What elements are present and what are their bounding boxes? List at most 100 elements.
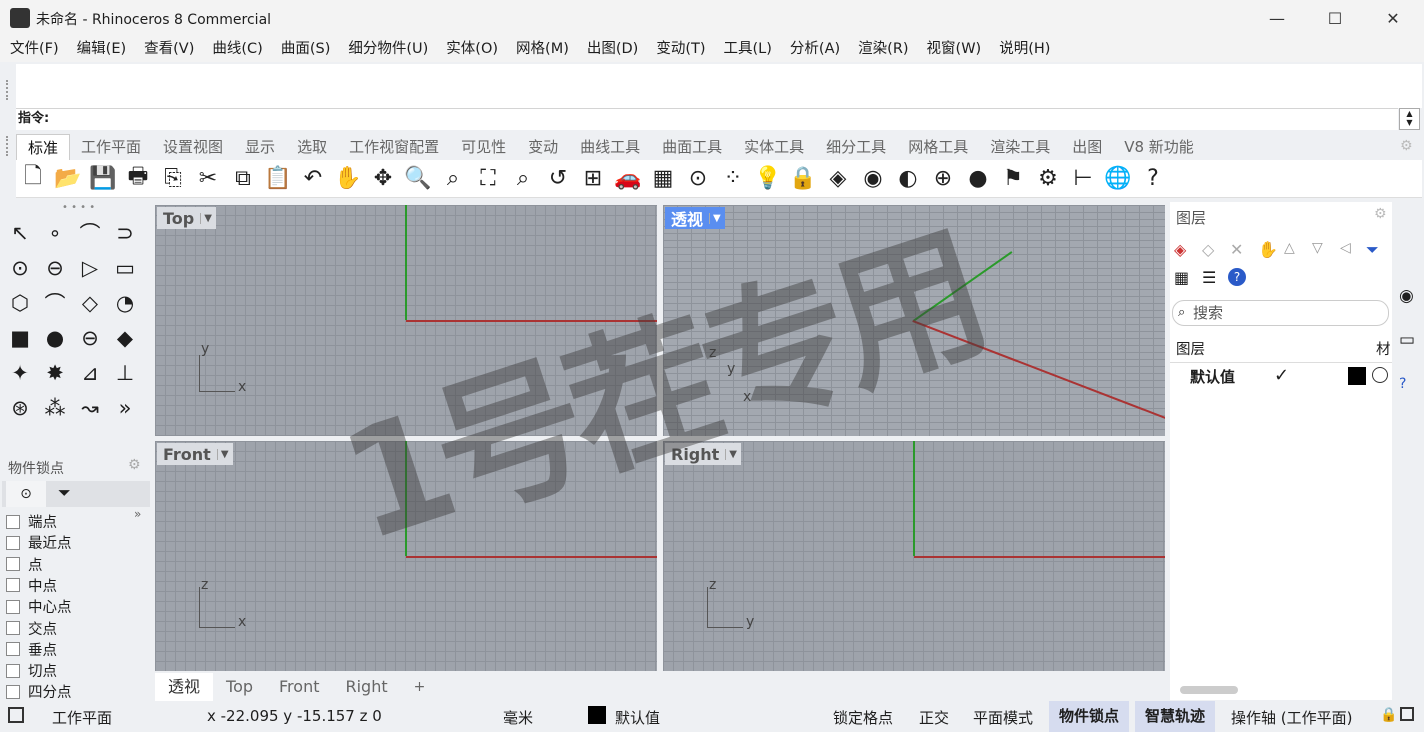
osnap-checkbox[interactable] <box>6 663 20 678</box>
viewport-menu-arrow-icon[interactable]: ▼ <box>709 212 721 224</box>
layer-material-icon[interactable] <box>1372 367 1388 383</box>
status-gumball[interactable]: 操作轴 (工作平面) <box>1231 707 1352 728</box>
left-tool-18-icon[interactable]: ⊿ <box>75 358 105 388</box>
copy-icon[interactable]: ⧉ <box>228 163 258 193</box>
vtab-top[interactable]: Top <box>213 673 266 701</box>
toolbar-gear-icon[interactable]: ⚙ <box>1400 138 1413 154</box>
four-viewports-icon[interactable]: ⊞ <box>578 163 608 193</box>
viewport-label-perspective[interactable]: 透视 ▼ <box>665 207 725 229</box>
panel-toggle-icon[interactable] <box>8 707 24 723</box>
status-layer-swatch[interactable] <box>588 706 606 724</box>
menu-curve[interactable]: 曲线(C) <box>212 36 262 62</box>
osnap-checkbox[interactable] <box>6 621 20 635</box>
delete-layer-icon[interactable]: ✕ <box>1230 240 1243 259</box>
dimension-icon[interactable]: ⊢ <box>1068 163 1098 193</box>
viewport-label-front[interactable]: Front ▼ <box>157 443 233 465</box>
help-panel-icon[interactable]: ? <box>1399 376 1406 392</box>
menu-subd[interactable]: 细分物件(U) <box>348 36 428 62</box>
pan-hand-icon[interactable]: ✋ <box>333 163 363 193</box>
save-icon[interactable]: 💾 <box>88 163 118 193</box>
osnap-option[interactable]: 端点 <box>6 511 57 532</box>
left-toolbar-grip[interactable]: • • • • <box>62 202 95 213</box>
status-cplane[interactable]: 工作平面 <box>52 707 112 728</box>
status-smarttrack[interactable]: 智慧轨迹 <box>1135 701 1216 732</box>
new-sublayer-icon[interactable]: ◇ <box>1202 240 1214 259</box>
osnap-gear-icon[interactable]: ⚙ <box>128 457 141 473</box>
left-tool-12-icon[interactable]: ■ <box>5 323 35 353</box>
osnap-icon[interactable]: ⊙ <box>683 163 713 193</box>
help-icon[interactable]: ? <box>1228 268 1246 286</box>
move-down-icon[interactable]: ▽ <box>1312 240 1323 256</box>
left-tool-17-icon[interactable]: ✸ <box>40 358 70 388</box>
flag-icon[interactable]: ⚑ <box>998 163 1028 193</box>
menu-transform[interactable]: 变动(T) <box>656 36 705 62</box>
osnap-option[interactable]: 最近点 <box>6 532 72 553</box>
layer-icon[interactable]: ◈ <box>823 163 853 193</box>
zoom-extents-icon[interactable]: ⛶ <box>473 163 503 193</box>
car-icon[interactable]: 🚗 <box>613 163 643 193</box>
tab-v8-new[interactable]: V8 新功能 <box>1113 134 1205 160</box>
viewport-label-top[interactable]: Top ▼ <box>157 207 216 229</box>
status-osnap[interactable]: 物件锁点 <box>1049 701 1130 732</box>
lock-icon[interactable]: 🔒 <box>788 163 818 193</box>
viewport-right[interactable]: z y Right ▼ <box>663 441 1165 671</box>
osnap-checkbox[interactable] <box>6 578 20 593</box>
current-layer-check-icon[interactable]: ✓ <box>1274 365 1289 386</box>
command-input[interactable]: 指令: <box>16 108 1398 130</box>
menu-file[interactable]: 文件(F) <box>10 36 59 62</box>
menu-render[interactable]: 渲染(R) <box>858 36 908 62</box>
vtab-front[interactable]: Front <box>266 673 332 701</box>
left-tool-10-icon[interactable]: ◇ <box>75 288 105 318</box>
layer-color-swatch[interactable] <box>1348 367 1366 385</box>
menu-view[interactable]: 查看(V) <box>144 36 194 62</box>
status-planar[interactable]: 平面模式 <box>973 707 1033 728</box>
osnap-option[interactable]: 中点 <box>6 575 57 596</box>
osnap-checkbox[interactable] <box>6 514 20 529</box>
vtab-perspective[interactable]: 透视 <box>155 673 214 701</box>
layer-search-input[interactable]: 搜索 <box>1172 300 1389 326</box>
tab-set-view[interactable]: 设置视图 <box>152 134 234 160</box>
zoom-window-icon[interactable]: ⌕ <box>438 163 468 193</box>
left-tool-2-icon[interactable]: ⌒ <box>75 218 105 248</box>
lock-icon[interactable]: 🔒 <box>1380 707 1397 723</box>
minimize-button[interactable]: — <box>1248 0 1306 36</box>
filter-icon[interactable]: ⏷ <box>1366 240 1379 260</box>
menu-viewport[interactable]: 视窗(W) <box>927 36 982 62</box>
left-tool-0-icon[interactable]: ↖ <box>5 218 35 248</box>
osnap-option[interactable]: 切点 <box>6 660 57 681</box>
tab-visibility[interactable]: 可见性 <box>450 134 517 160</box>
panel-toggle-right-icon[interactable] <box>1400 707 1414 721</box>
paste-icon[interactable]: 📋 <box>263 163 293 193</box>
left-tool-8-icon[interactable]: ⬡ <box>5 288 35 318</box>
left-tool-9-icon[interactable]: ⌒ <box>40 288 70 318</box>
command-scroll-arrows[interactable]: ▲ ▼ <box>1399 108 1420 130</box>
earth-icon[interactable]: 🌐 <box>1103 163 1133 193</box>
list-icon[interactable]: ☰ <box>1202 268 1216 287</box>
osnap-checkbox[interactable] <box>6 557 20 572</box>
left-tool-6-icon[interactable]: ▷ <box>75 253 105 283</box>
left-tool-11-icon[interactable]: ◔ <box>110 288 140 318</box>
left-tool-15-icon[interactable]: ◆ <box>110 323 140 353</box>
tab-transform[interactable]: 变动 <box>517 134 569 160</box>
tab-standard[interactable]: 标准 <box>16 134 71 160</box>
osnap-option[interactable]: 交点 <box>6 618 57 639</box>
table-icon[interactable]: ▦ <box>1174 268 1189 287</box>
help-icon[interactable]: ? <box>1138 163 1168 193</box>
layer-row-default[interactable]: 默认值 ✓ <box>1170 363 1392 389</box>
left-tool-22-icon[interactable]: ↝ <box>75 393 105 423</box>
left-tool-13-icon[interactable]: ● <box>40 323 70 353</box>
tab-render-tools[interactable]: 渲染工具 <box>979 134 1061 160</box>
left-tool-4-icon[interactable]: ⊙ <box>5 253 35 283</box>
menu-analyze[interactable]: 分析(A) <box>790 36 840 62</box>
menu-surface[interactable]: 曲面(S) <box>281 36 331 62</box>
left-tool-20-icon[interactable]: ⊛ <box>5 393 35 423</box>
move-out-icon[interactable]: ◁ <box>1340 240 1351 256</box>
color-wheel-icon[interactable]: ◉ <box>1399 286 1414 306</box>
points-icon[interactable]: ⁘ <box>718 163 748 193</box>
osnap-filter-icon[interactable]: ⏷ <box>58 483 71 503</box>
tab-display[interactable]: 显示 <box>234 134 286 160</box>
gear-icon[interactable]: ⚙ <box>1033 163 1063 193</box>
toolbar-grip[interactable] <box>6 136 10 156</box>
osnap-target-icon[interactable]: ⊙ <box>6 481 46 507</box>
new-layer-icon[interactable]: ◈ <box>1174 240 1186 259</box>
